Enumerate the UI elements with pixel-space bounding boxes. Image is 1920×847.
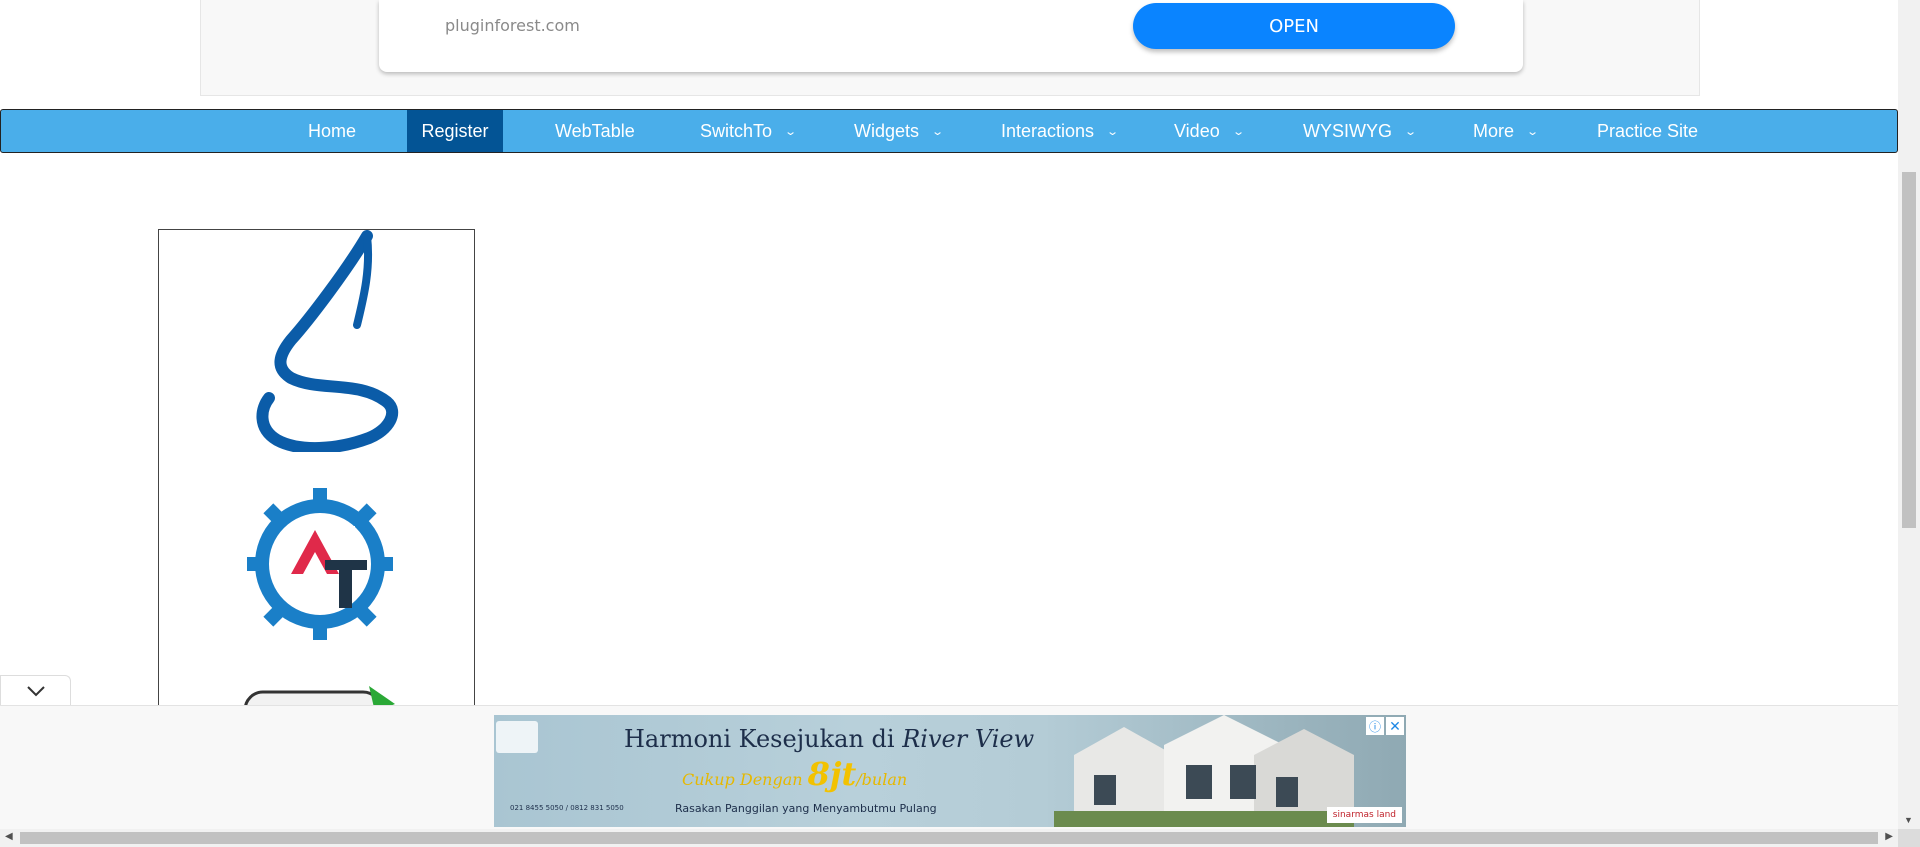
chevron-down-icon — [26, 686, 45, 697]
ad-phone: 021 8455 5050 / 0812 831 5050 — [510, 804, 624, 812]
chevron-down-icon: ⌄ — [1526, 125, 1540, 138]
vertical-scroll-thumb[interactable] — [1902, 172, 1916, 528]
nav-item-video[interactable]: Video ⌄ — [1174, 110, 1245, 152]
vertical-scrollbar[interactable]: ▼ — [1898, 0, 1920, 829]
ad-sub-prefix: Cukup Dengan — [682, 770, 803, 789]
nav-label: Home — [308, 120, 357, 141]
ad-sub-suffix: /bulan — [856, 770, 908, 789]
nav-item-register[interactable]: Register — [407, 110, 503, 152]
ad-open-button[interactable]: OPEN — [1133, 3, 1455, 49]
nav-label: WYSIWYG — [1303, 120, 1392, 141]
ad-brand-logo-icon — [496, 721, 538, 753]
top-ad-container: pluginforest.com OPEN — [200, 0, 1700, 96]
info-icon[interactable]: ⓘ — [1366, 717, 1384, 735]
nav-label: More — [1473, 120, 1515, 141]
nav-label: Interactions — [1001, 120, 1095, 141]
collapse-ad-button[interactable] — [0, 675, 71, 706]
horizontal-scrollbar[interactable]: ◀ ▶ — [0, 829, 1898, 847]
scroll-left-arrow-icon[interactable]: ◀ — [5, 831, 13, 842]
s-logo-icon — [256, 230, 399, 452]
nav-label: SwitchTo — [700, 120, 773, 141]
nav-item-wysiwyg[interactable]: WYSIWYG ⌄ — [1303, 110, 1418, 152]
nav-label: Practice Site — [1597, 120, 1699, 141]
nav-label: Widgets — [854, 120, 920, 141]
ad-headline: Harmoni Kesejukan di River View — [624, 725, 1034, 753]
ad-domain: pluginforest.com — [445, 16, 580, 35]
chevron-down-icon: ⌄ — [1106, 125, 1120, 138]
ad-headline-main: Harmoni Kesejukan di — [624, 725, 895, 753]
ad-headline-italic: River View — [902, 725, 1035, 753]
nav-item-home[interactable]: Home — [308, 110, 356, 152]
scroll-down-arrow-icon[interactable]: ▼ — [1904, 815, 1913, 825]
close-icon[interactable]: ✕ — [1386, 717, 1404, 735]
nav-item-more[interactable]: More ⌄ — [1473, 110, 1540, 152]
logo-panel — [158, 229, 475, 749]
top-ad-card[interactable]: pluginforest.com OPEN — [379, 0, 1523, 72]
nav-item-switchto[interactable]: SwitchTo ⌄ — [700, 110, 798, 152]
ad-brand-label: sinarmas land — [1326, 807, 1402, 823]
chevron-down-icon: ⌄ — [784, 125, 798, 138]
nav-item-practice-site[interactable]: Practice Site — [1597, 110, 1698, 152]
chevron-down-icon: ⌄ — [1404, 125, 1418, 138]
chevron-down-icon: ⌄ — [1231, 125, 1245, 138]
bottom-ad-region: Harmoni Kesejukan di River View Cukup De… — [0, 705, 1898, 829]
nav-item-widgets[interactable]: Widgets ⌄ — [854, 110, 945, 152]
nav-item-webtable[interactable]: WebTable — [555, 110, 635, 152]
nav-item-interactions[interactable]: Interactions ⌄ — [1001, 110, 1120, 152]
bottom-ad-banner[interactable]: Harmoni Kesejukan di River View Cukup De… — [494, 715, 1406, 827]
scroll-right-arrow-icon[interactable]: ▶ — [1885, 831, 1893, 842]
main-nav: Home Register WebTable SwitchTo ⌄ Widget… — [0, 109, 1898, 153]
gear-logo-icon — [247, 488, 393, 640]
ad-price: 8jt — [807, 755, 857, 793]
nav-label: Register — [421, 120, 489, 141]
nav-label: Video — [1174, 120, 1220, 141]
horizontal-scroll-thumb[interactable] — [20, 832, 1878, 844]
ad-tagline: Rasakan Panggilan yang Menyambutmu Pulan… — [675, 802, 937, 815]
chevron-down-icon: ⌄ — [931, 125, 945, 138]
ad-houses-image — [1054, 715, 1354, 827]
ad-subheadline: Cukup Dengan 8jt/bulan — [682, 755, 907, 793]
scrollbar-corner — [1898, 829, 1920, 847]
nav-label: WebTable — [555, 120, 635, 141]
